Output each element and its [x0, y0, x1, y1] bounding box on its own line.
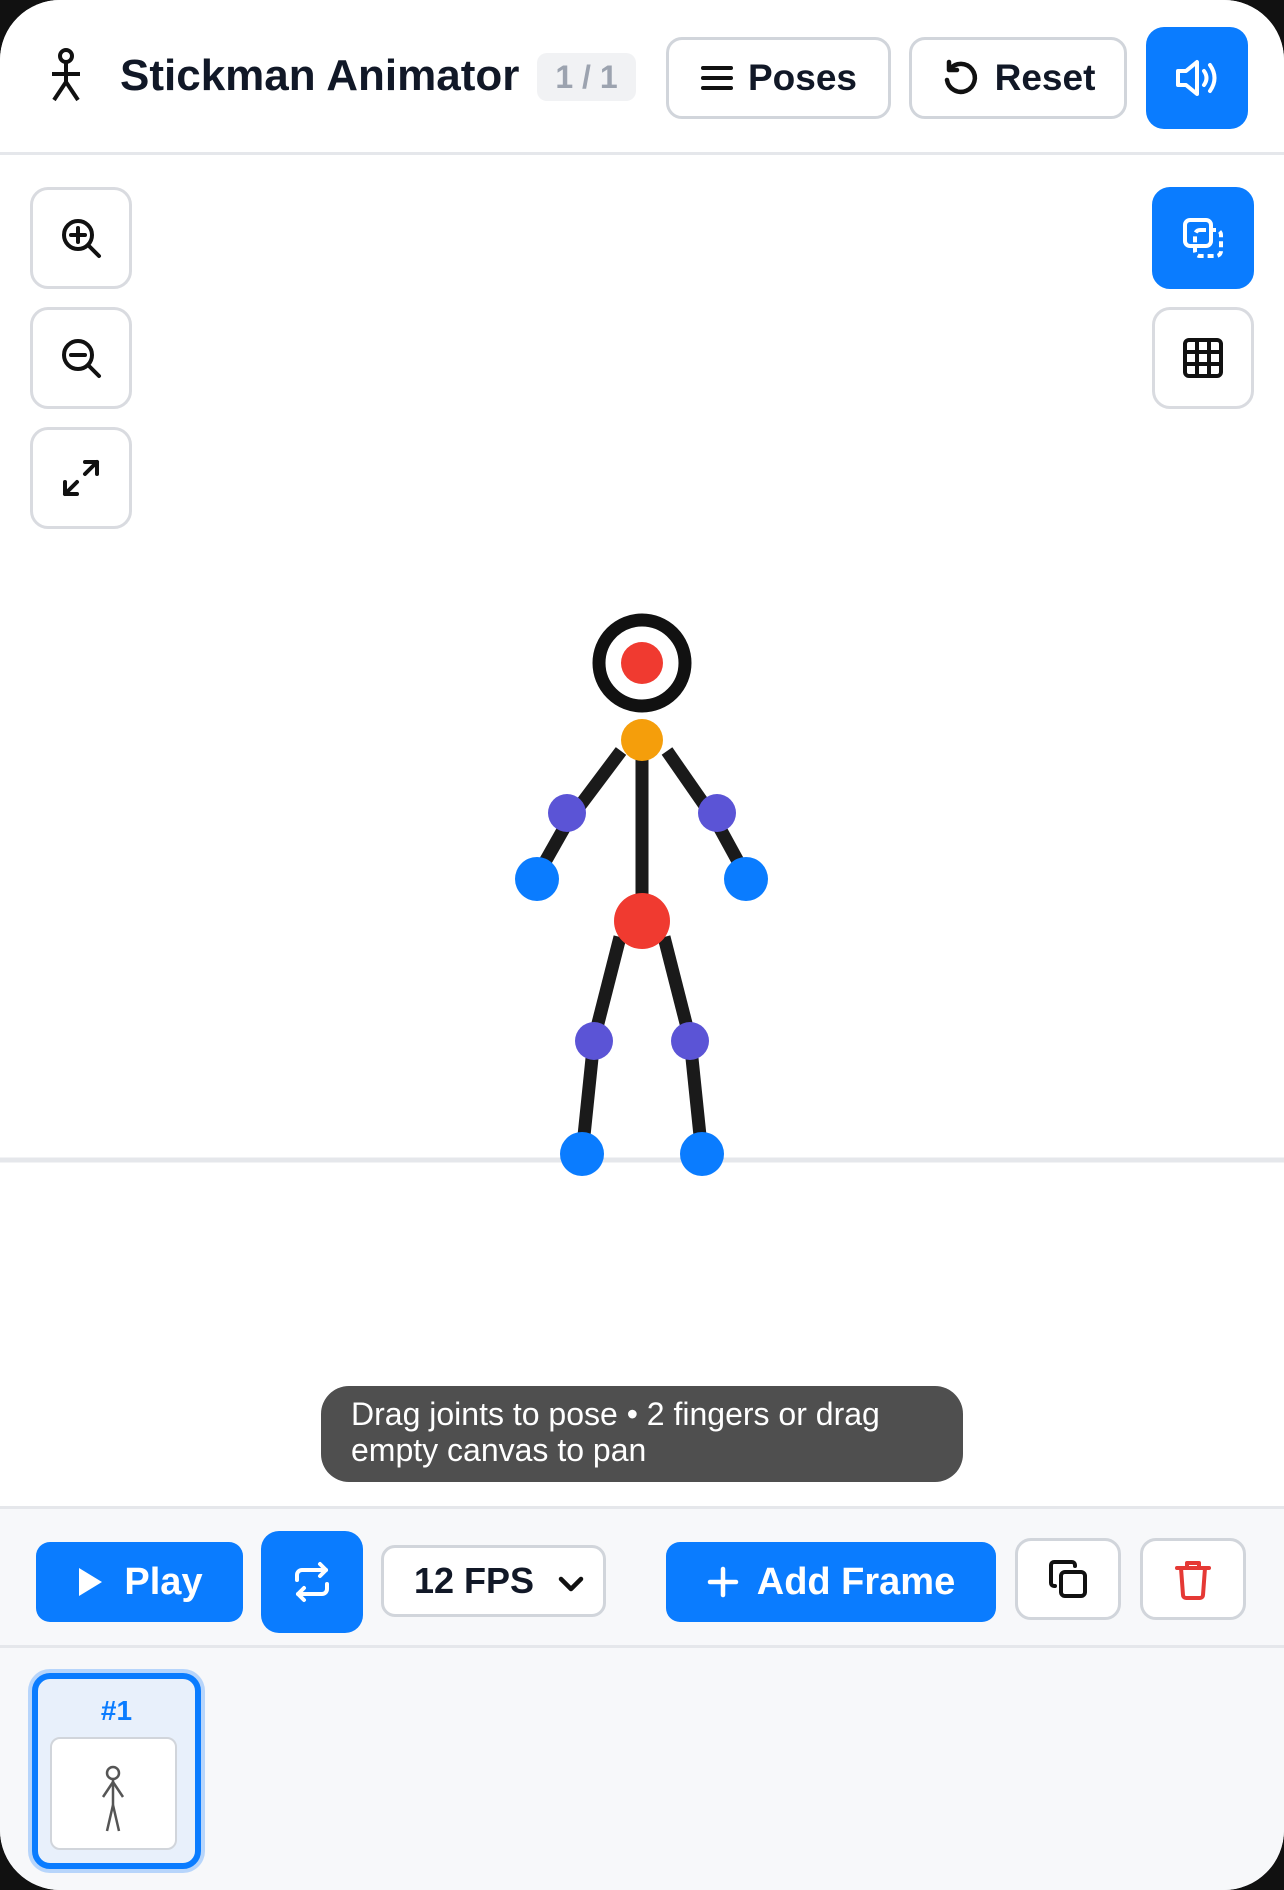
frame-number: #1	[100, 1695, 133, 1726]
play-label: Play	[124, 1560, 203, 1603]
fps-value: 12 FPS	[414, 1560, 535, 1601]
loop-icon	[295, 1562, 329, 1602]
reset-label: Reset	[994, 57, 1096, 98]
play-icon	[79, 1568, 103, 1596]
onion-skin-icon	[1183, 218, 1223, 258]
poses-label: Poses	[747, 57, 857, 98]
neck-joint[interactable]	[621, 719, 663, 761]
play-button[interactable]: Play	[36, 1542, 243, 1622]
duplicate-icon	[1049, 1560, 1087, 1598]
right-elbow-joint[interactable]	[698, 794, 736, 832]
trash-icon	[1175, 1561, 1211, 1600]
zoom-out-button[interactable]	[30, 307, 132, 409]
playback-controls: Play 12 FPS Add Frame	[0, 1506, 1284, 1648]
frame-preview-stickman	[101, 1765, 125, 1832]
speaker-icon	[1176, 60, 1217, 96]
frame-timeline: #1	[0, 1648, 1284, 1890]
app-title: Stickman Animator	[120, 51, 520, 100]
right-knee-joint[interactable]	[671, 1022, 709, 1060]
frame-counter-badge: 1 / 1	[537, 53, 636, 101]
left-knee-joint[interactable]	[575, 1022, 613, 1060]
loop-toggle-button[interactable]	[261, 1531, 363, 1633]
right-hand-joint[interactable]	[724, 857, 768, 901]
fit-view-icon	[63, 460, 99, 496]
plus-icon	[707, 1566, 738, 1598]
zoom-in-button[interactable]	[30, 187, 132, 289]
animation-canvas[interactable]: Drag joints to pose • 2 fingers or drag …	[0, 157, 1284, 1506]
left-elbow-joint[interactable]	[548, 794, 586, 832]
fit-view-button[interactable]	[30, 427, 132, 529]
chevron-down-icon	[558, 1576, 584, 1592]
zoom-out-icon	[62, 339, 101, 378]
left-foot-joint[interactable]	[560, 1132, 604, 1176]
header-bar: Stickman Animator 1 / 1 Poses Reset	[0, 0, 1284, 155]
sound-toggle-button[interactable]	[1146, 27, 1248, 129]
reset-button[interactable]: Reset	[909, 37, 1127, 119]
hip-joint[interactable]	[614, 893, 670, 949]
duplicate-frame-button[interactable]	[1015, 1538, 1121, 1620]
left-hand-joint[interactable]	[515, 857, 559, 901]
right-foot-joint[interactable]	[680, 1132, 724, 1176]
undo-icon	[944, 59, 977, 95]
stickman-icon	[52, 48, 80, 102]
menu-icon	[700, 66, 733, 90]
onion-skin-toggle-button[interactable]	[1152, 187, 1254, 289]
zoom-in-icon	[62, 219, 101, 258]
grid-toggle-button[interactable]	[1152, 307, 1254, 409]
frame-preview	[50, 1737, 177, 1850]
stage	[0, 613, 1284, 1176]
app-window: Stickman Animator 1 / 1 Poses Reset Drag…	[0, 0, 1284, 1890]
canvas-hint-tooltip: Drag joints to pose • 2 fingers or drag …	[321, 1386, 963, 1482]
head-joint[interactable]	[621, 642, 663, 684]
add-frame-button[interactable]: Add Frame	[666, 1542, 996, 1622]
poses-button[interactable]: Poses	[666, 37, 891, 119]
fps-select[interactable]: 12 FPS	[381, 1545, 606, 1617]
delete-frame-button[interactable]	[1140, 1538, 1246, 1620]
frame-thumbnail-card[interactable]: #1	[32, 1673, 201, 1869]
add-frame-label: Add Frame	[756, 1560, 956, 1603]
grid-icon	[1183, 338, 1223, 378]
